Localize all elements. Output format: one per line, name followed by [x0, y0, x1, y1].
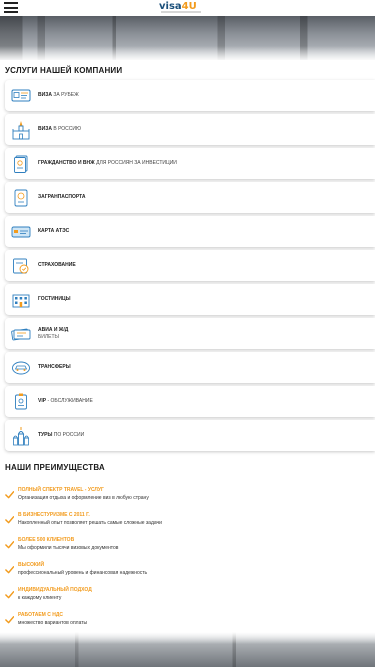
advantage-item: В БИЗНЕСТУРИЗМЕ С 2011 Г. Накопленный оп…	[5, 512, 365, 537]
service-tickets[interactable]: АВИА И Ж/Д БИЛЕТЫ	[5, 318, 375, 349]
footer-image	[0, 632, 375, 667]
service-visa-abroad[interactable]: ВИЗА ЗА РУБЕЖ	[5, 80, 375, 111]
services-list: ВИЗА ЗА РУБЕЖ ВИЗА В РОССИЮ ГРАЖДАНСТВО …	[5, 80, 375, 454]
service-visa-russia[interactable]: ВИЗА В РОССИЮ	[5, 114, 375, 145]
service-vip[interactable]: VIP - ОБСЛУЖИВАНИЕ	[5, 386, 375, 417]
service-russia-tours[interactable]: ТУРЫ ПО РОССИИ	[5, 420, 375, 451]
advantage-item: ВЫСОКИЙ профессиональный уровень и финан…	[5, 562, 365, 587]
insurance-icon	[10, 256, 32, 276]
checkmark-icon	[5, 616, 14, 624]
hotel-icon	[10, 290, 32, 310]
tickets-icon	[10, 324, 32, 344]
service-transfers[interactable]: ТРАНСФЕРЫ	[5, 352, 375, 383]
service-hotels[interactable]: ГОСТИНИЦЫ	[5, 284, 375, 315]
church-icon	[10, 426, 32, 446]
passport-visa-icon	[10, 86, 32, 106]
citizenship-document-icon	[10, 154, 32, 174]
advantage-item: БОЛЕЕ 500 КЛИЕНТОВ Мы оформили тысячи ви…	[5, 537, 365, 562]
service-passports[interactable]: ЗАГРАНПАСПОРТА	[5, 182, 375, 213]
service-insurance[interactable]: СТРАХОВАНИЕ	[5, 250, 375, 281]
checkmark-icon	[5, 491, 14, 499]
service-apec-card[interactable]: КАРТА АТЭС	[5, 216, 375, 247]
advantage-item: ИНДИВИДУАЛЬНЫЙ ПОДХОД к каждому клиенту	[5, 587, 365, 612]
services-heading: УСЛУГИ НАШЕЙ КОМПАНИИ	[5, 66, 123, 75]
card-icon	[10, 222, 32, 242]
advantages-heading: НАШИ ПРЕИМУЩЕСТВА	[5, 463, 105, 472]
checkmark-icon	[5, 591, 14, 599]
logo-tagline-decoration	[161, 11, 201, 13]
kremlin-icon	[10, 120, 32, 140]
hamburger-menu-icon[interactable]	[4, 2, 18, 13]
checkmark-icon	[5, 516, 14, 524]
hero-image	[0, 16, 375, 60]
checkmark-icon	[5, 541, 14, 549]
top-bar: visa4U	[0, 0, 375, 16]
vip-badge-icon	[10, 392, 32, 412]
advantage-item: ПОЛНЫЙ СПЕКТР TRAVEL - УСЛУГ Организация…	[5, 487, 365, 512]
car-transfer-icon	[10, 358, 32, 378]
checkmark-icon	[5, 566, 14, 574]
advantages-list: ПОЛНЫЙ СПЕКТР TRAVEL - УСЛУГ Организация…	[5, 487, 365, 637]
service-citizenship[interactable]: ГРАЖДАНСТВО И ВНЖ ДЛЯ РОССИЯН ЗА ИНВЕСТИ…	[5, 148, 375, 179]
passport-icon	[10, 188, 32, 208]
